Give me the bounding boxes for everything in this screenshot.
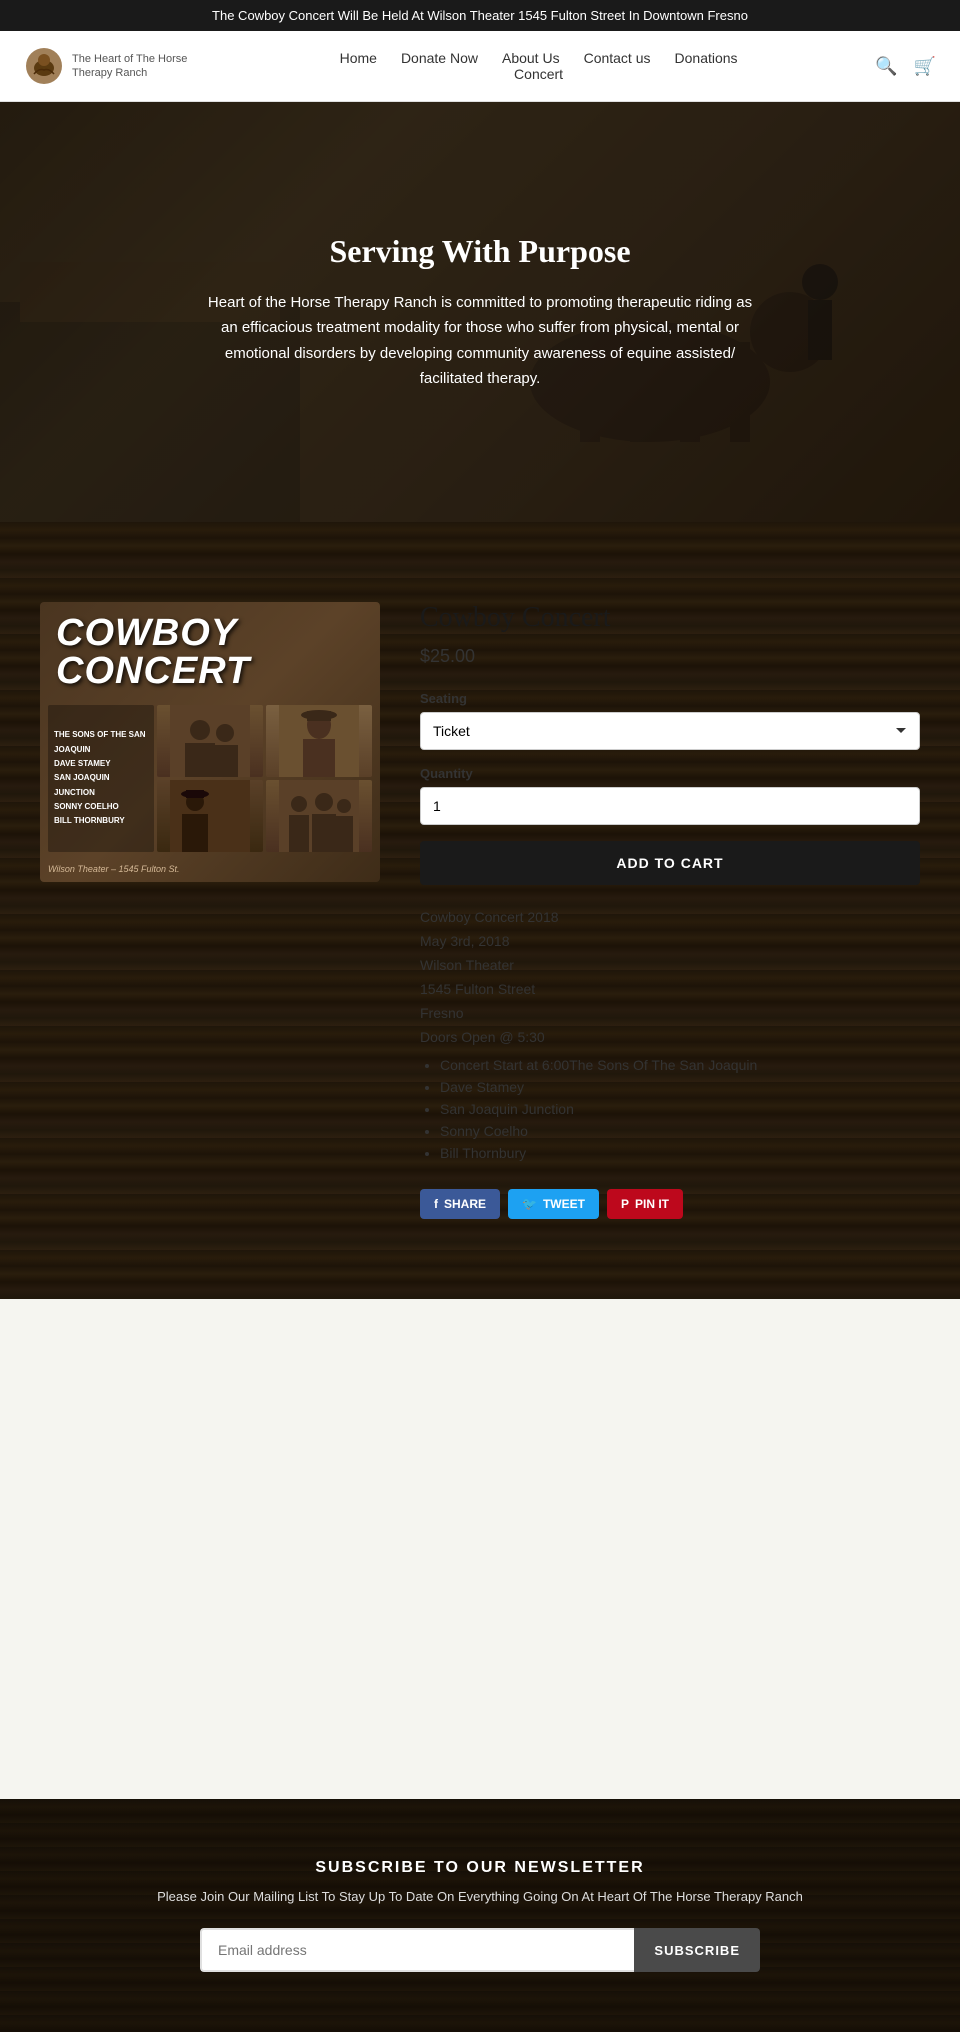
performer-2: Dave Stamey [440, 1079, 920, 1095]
nav-row-2: Concert [514, 66, 563, 82]
nav-about[interactable]: About Us [502, 50, 560, 66]
nav-donate[interactable]: Donate Now [401, 50, 478, 66]
social-share: f SHARE 🐦 TWEET P PIN IT [420, 1189, 920, 1219]
venue-name: Wilson Theater [420, 957, 920, 973]
pinterest-icon: P [621, 1197, 629, 1211]
event-date: May 3rd, 2018 [420, 933, 920, 949]
search-icon: 🔍 [875, 56, 897, 76]
concert-poster: COWBOY CONCERT [40, 602, 380, 882]
twitter-share-button[interactable]: 🐦 TWEET [508, 1189, 599, 1219]
performer-3: San Joaquin Junction [440, 1101, 920, 1117]
event-details: Cowboy Concert 2018 May 3rd, 2018 Wilson… [420, 909, 920, 1161]
nav-concert[interactable]: Concert [514, 66, 563, 82]
nav-home[interactable]: Home [340, 50, 377, 66]
content-filler-section [0, 1299, 960, 1799]
hero-title: Serving With Purpose [200, 233, 760, 270]
newsletter-section: SUBSCRIBE TO OUR NEWSLETTER Please Join … [0, 1799, 960, 2032]
performer-4: Sonny Coelho [440, 1123, 920, 1139]
hero-section: Serving With Purpose Heart of the Horse … [0, 102, 960, 522]
venue-city: Fresno [420, 1005, 920, 1021]
announcement-bar: The Cowboy Concert Will Be Held At Wilso… [0, 0, 960, 31]
newsletter-title: SUBSCRIBE TO OUR NEWSLETTER [40, 1859, 920, 1877]
doors-open: Doors Open @ 5:30 [420, 1029, 920, 1045]
add-to-cart-button[interactable]: ADD TO CART [420, 841, 920, 885]
logo-link[interactable]: The Heart of The Horse Therapy Ranch [24, 46, 202, 86]
poster-performer-4: Sonny Coelho [54, 800, 148, 814]
header-actions: 🔍 🛒 [875, 56, 936, 77]
facebook-share-button[interactable]: f SHARE [420, 1189, 500, 1219]
product-title: Cowboy Concert [420, 602, 920, 634]
poster-title: COWBOY CONCERT [56, 614, 380, 690]
product-price: $25.00 [420, 646, 920, 667]
logo-icon [24, 46, 64, 86]
poster-venue: Wilson Theater – 1545 Fulton St. [48, 864, 180, 874]
newsletter-description: Please Join Our Mailing List To Stay Up … [40, 1889, 920, 1904]
logo-text: The Heart of The Horse Therapy Ranch [72, 52, 202, 81]
product-wood-section: COWBOY CONCERT [0, 522, 960, 1299]
newsletter-form: SUBSCRIBE [200, 1928, 760, 1972]
performer-1: Concert Start at 6:00The Sons Of The San… [440, 1057, 920, 1073]
event-name: Cowboy Concert 2018 [420, 909, 920, 925]
twitter-icon: 🐦 [522, 1197, 537, 1211]
seating-select[interactable]: Ticket [420, 712, 920, 750]
poster-performer-1: The Sons of The San Joaquin [54, 728, 148, 757]
main-nav: Home Donate Now About Us Contact us Dona… [340, 50, 738, 82]
header: The Heart of The Horse Therapy Ranch Hom… [0, 31, 960, 102]
product-container: COWBOY CONCERT [40, 582, 920, 1239]
pinterest-share-button[interactable]: P PIN IT [607, 1189, 683, 1219]
product-details: Cowboy Concert $25.00 Seating Ticket Qua… [420, 602, 920, 1219]
quantity-label: Quantity [420, 766, 920, 781]
venue-address: 1545 Fulton Street [420, 981, 920, 997]
nav-contact[interactable]: Contact us [584, 50, 651, 66]
email-input[interactable] [200, 1928, 634, 1972]
performer-5: Bill Thornbury [440, 1145, 920, 1161]
nav-donations[interactable]: Donations [675, 50, 738, 66]
facebook-icon: f [434, 1197, 438, 1211]
seating-label: Seating [420, 691, 920, 706]
cart-button[interactable]: 🛒 [914, 56, 936, 77]
announcement-text: The Cowboy Concert Will Be Held At Wilso… [212, 8, 748, 23]
hero-description: Heart of the Horse Therapy Ranch is comm… [200, 290, 760, 392]
cart-icon: 🛒 [914, 56, 936, 76]
hero-content: Serving With Purpose Heart of the Horse … [140, 233, 820, 392]
subscribe-button[interactable]: SUBSCRIBE [634, 1928, 760, 1972]
search-button[interactable]: 🔍 [875, 56, 897, 77]
poster-performer-5: Bill Thornbury [54, 814, 148, 828]
poster-performer-3: San Joaquin Junction [54, 771, 148, 800]
performers-list: Concert Start at 6:00The Sons Of The San… [420, 1057, 920, 1161]
nav-row-1: Home Donate Now About Us Contact us Dona… [340, 50, 738, 66]
poster-performer-2: Dave Stamey [54, 757, 148, 771]
quantity-input[interactable] [420, 787, 920, 825]
